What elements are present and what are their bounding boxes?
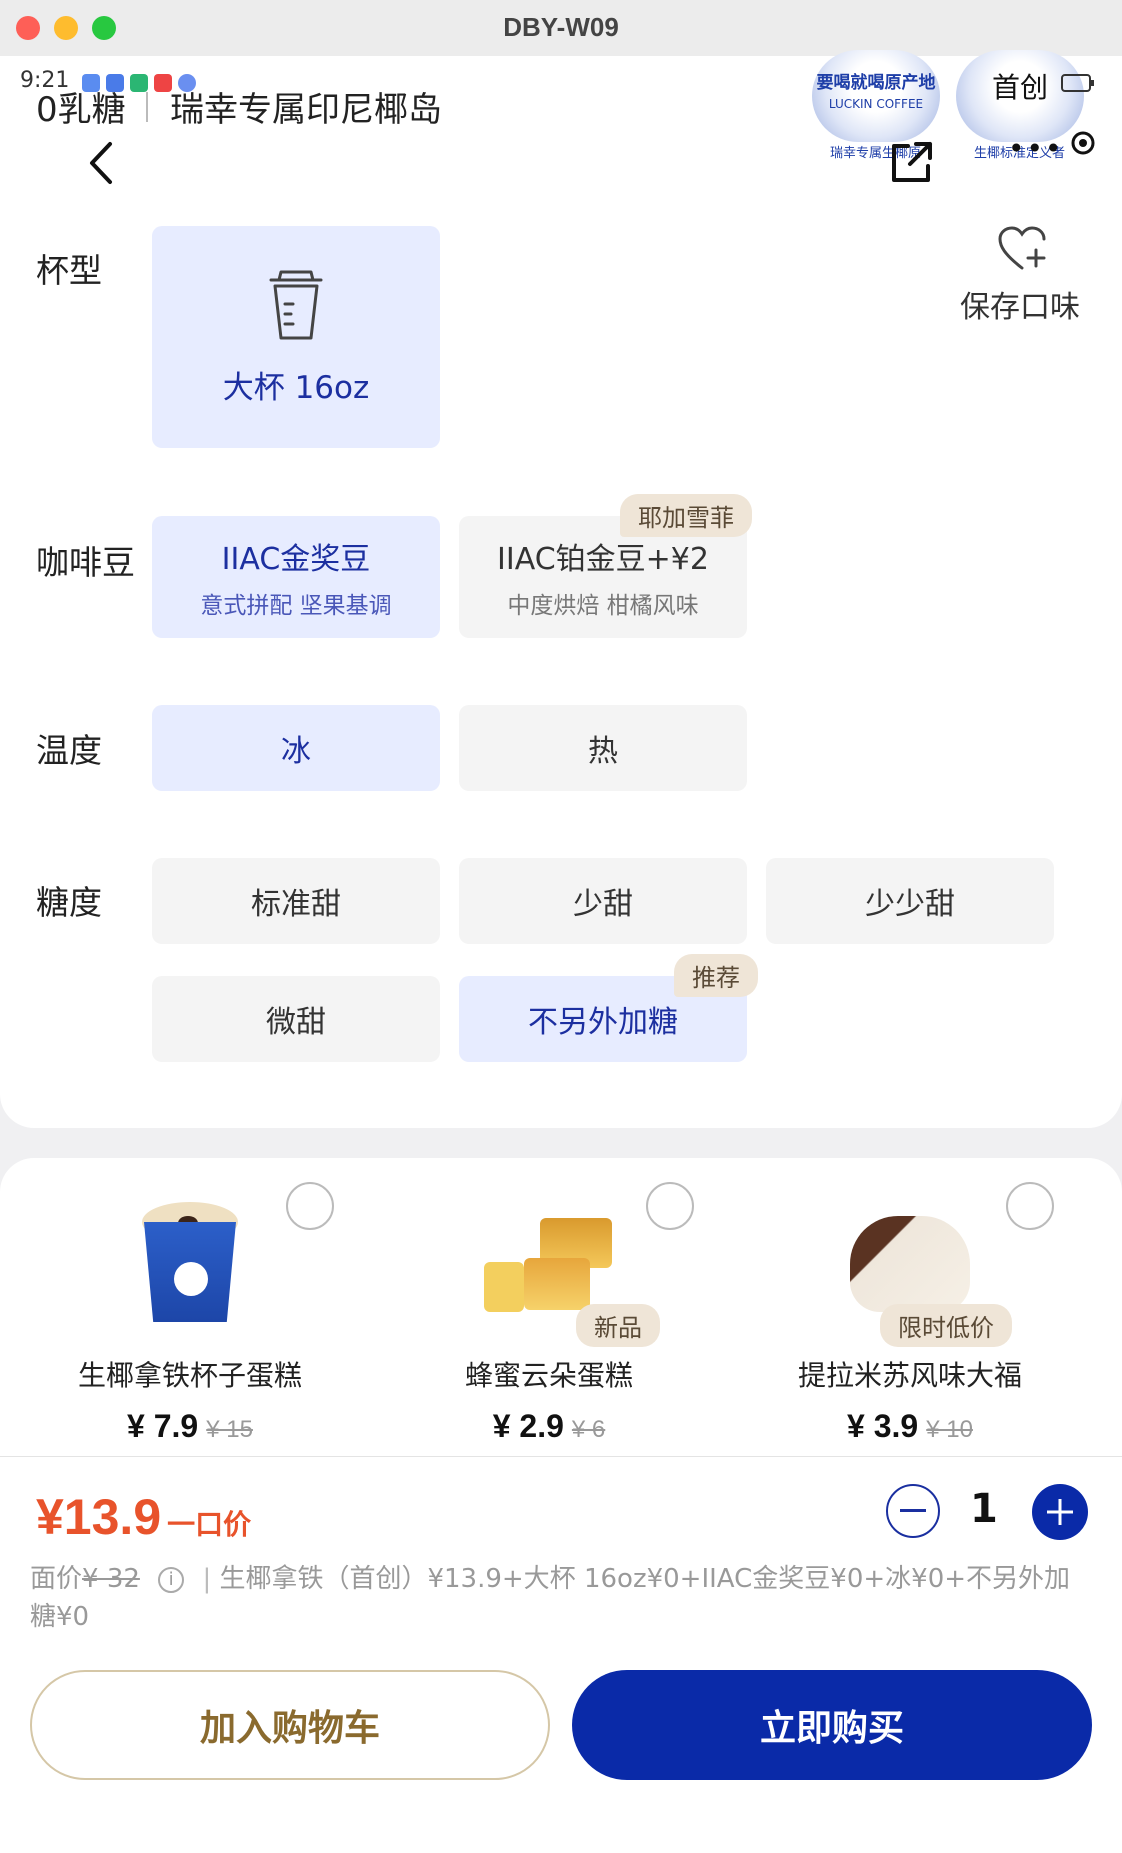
addon-3-radio[interactable] [1006, 1182, 1054, 1230]
addon-3-price-row: ¥ 3.9 ¥ 10 [730, 1408, 1090, 1445]
back-icon[interactable] [84, 138, 118, 188]
addon-1-name: 生椰拿铁杯子蛋糕 [77, 1359, 302, 1392]
increase-button[interactable] [1032, 1484, 1088, 1540]
final-price: ¥13.9 [36, 1489, 162, 1545]
face-value: ¥ 32 [82, 1564, 140, 1594]
price-suffix: 一口价 [167, 1508, 252, 1541]
origin-badge-image: 要喝就喝原产地 LUCKIN COFFEE [812, 50, 940, 142]
decrease-button[interactable] [886, 1484, 940, 1538]
battery-icon [1061, 74, 1094, 92]
breakdown-separator: | [202, 1564, 212, 1594]
bean-option-gold[interactable]: IIAC金奖豆 意式拼配 坚果基调 [152, 516, 440, 638]
minus-icon [900, 1509, 926, 1512]
bean-option-gold-label: IIAC金奖豆 [221, 542, 371, 577]
addon-2-name: 蜂蜜云朵蛋糕 [464, 1359, 633, 1392]
plus-icon [1047, 1499, 1073, 1525]
bean-option-platinum-label: IIAC铂金豆+¥2 [497, 542, 709, 577]
sweetness-label: 糖度 [36, 883, 102, 922]
addon-1[interactable]: 生椰拿铁杯子蛋糕 ¥ 7.9 ¥ 15 [10, 1354, 370, 1445]
addon-2-price-row: ¥ 2.9 ¥ 6 [369, 1408, 729, 1445]
shield-icon [130, 74, 148, 92]
sweet-option-less[interactable]: 少甜 [459, 858, 747, 944]
window-titlebar: DBY-W09 [0, 0, 1122, 57]
temp-option-hot[interactable]: 热 [459, 705, 747, 791]
addon-2-old-price: ¥ 6 [571, 1416, 606, 1443]
addon-1-radio[interactable] [286, 1182, 334, 1230]
cup-icon [269, 270, 323, 339]
quantity-value: 1 [970, 1486, 998, 1532]
addon-1-old-price: ¥ 15 [206, 1416, 253, 1443]
sweet-option-slight[interactable]: 微甜 [152, 976, 440, 1062]
bean-option-gold-sub: 意式拼配 坚果基调 [200, 593, 392, 619]
sweet-option-standard-label: 标准甜 [251, 887, 341, 922]
sweet-option-standard[interactable]: 标准甜 [152, 858, 440, 944]
cup-option-label: 大杯 16oz [222, 369, 370, 406]
bean-platinum-tag: 耶加雪菲 [620, 494, 752, 537]
product-tag-lactose: 0乳糖 [36, 90, 126, 130]
info-icon[interactable]: i [158, 1566, 185, 1593]
add-to-cart-button[interactable]: 加入购物车 [30, 1670, 550, 1780]
cup-size-label: 杯型 [36, 251, 102, 290]
temp-option-ice[interactable]: 冰 [152, 705, 440, 791]
target-icon[interactable] [1070, 130, 1096, 156]
cupcake-image [138, 1202, 242, 1326]
save-flavor-label[interactable]: 保存口味 [960, 282, 1080, 326]
buy-now-button[interactable]: 立即购买 [572, 1670, 1092, 1780]
daifuku-image [850, 1216, 970, 1312]
sweet-option-slight-label: 微甜 [266, 1005, 326, 1040]
addon-3-tag: 限时低价 [880, 1304, 1012, 1347]
addon-3[interactable]: 提拉米苏风味大福 ¥ 3.9 ¥ 10 [730, 1354, 1090, 1445]
addon-2[interactable]: 蜂蜜云朵蛋糕 ¥ 2.9 ¥ 6 [369, 1354, 729, 1445]
badge1-line2: LUCKIN COFFEE [828, 97, 924, 111]
breakdown-text: 生椰拿铁（首创）¥13.9+大杯 16oz¥0+IIAC金奖豆¥0+冰¥0+不另… [30, 1564, 1071, 1632]
sweet-option-less-label: 少甜 [573, 887, 633, 922]
price-breakdown: 面价¥ 32 i | 生椰拿铁（首创）¥13.9+大杯 16oz¥0+IIAC金… [30, 1560, 1090, 1636]
window-title: DBY-W09 [503, 12, 619, 42]
first-badge-image: 首创 [956, 50, 1084, 142]
honey-cake-image [484, 1218, 628, 1318]
recommend-tag: 推荐 [674, 954, 758, 997]
addon-3-name: 提拉米苏风味大福 [797, 1359, 1022, 1392]
sweet-option-lesser[interactable]: 少少甜 [766, 858, 1054, 944]
price-row: ¥13.9 一口价 [36, 1488, 251, 1546]
heart-plus-icon[interactable] [996, 224, 1050, 274]
addon-1-price-row: ¥ 7.9 ¥ 15 [10, 1408, 370, 1445]
more-icon[interactable]: ••• [1008, 132, 1064, 165]
temp-option-ice-label: 冰 [281, 734, 311, 769]
temperature-label: 温度 [36, 731, 102, 770]
beans-label: 咖啡豆 [36, 543, 135, 582]
share-icon[interactable] [886, 136, 938, 188]
addon-1-price: ¥ 7.9 [127, 1408, 199, 1444]
badge1-line1: 要喝就喝原产地 [816, 73, 936, 93]
addon-3-price: ¥ 3.9 [847, 1408, 919, 1444]
sweet-option-no-sugar-label: 不另外加糖 [528, 1005, 678, 1040]
sweet-option-lesser-label: 少少甜 [865, 887, 955, 922]
addon-2-tag: 新品 [576, 1304, 660, 1347]
addon-2-radio[interactable] [646, 1182, 694, 1230]
temp-option-hot-label: 热 [588, 734, 618, 769]
divider [146, 92, 148, 122]
bean-option-platinum-sub: 中度烘焙 柑橘风味 [507, 593, 699, 619]
addon-3-old-price: ¥ 10 [926, 1416, 973, 1443]
addon-2-price: ¥ 2.9 [492, 1408, 564, 1444]
face-value-label: 面价 [30, 1564, 83, 1594]
cup-option-large[interactable]: 大杯 16oz [152, 226, 440, 448]
product-tag-origin: 瑞幸专属印尼椰岛 [170, 90, 442, 130]
